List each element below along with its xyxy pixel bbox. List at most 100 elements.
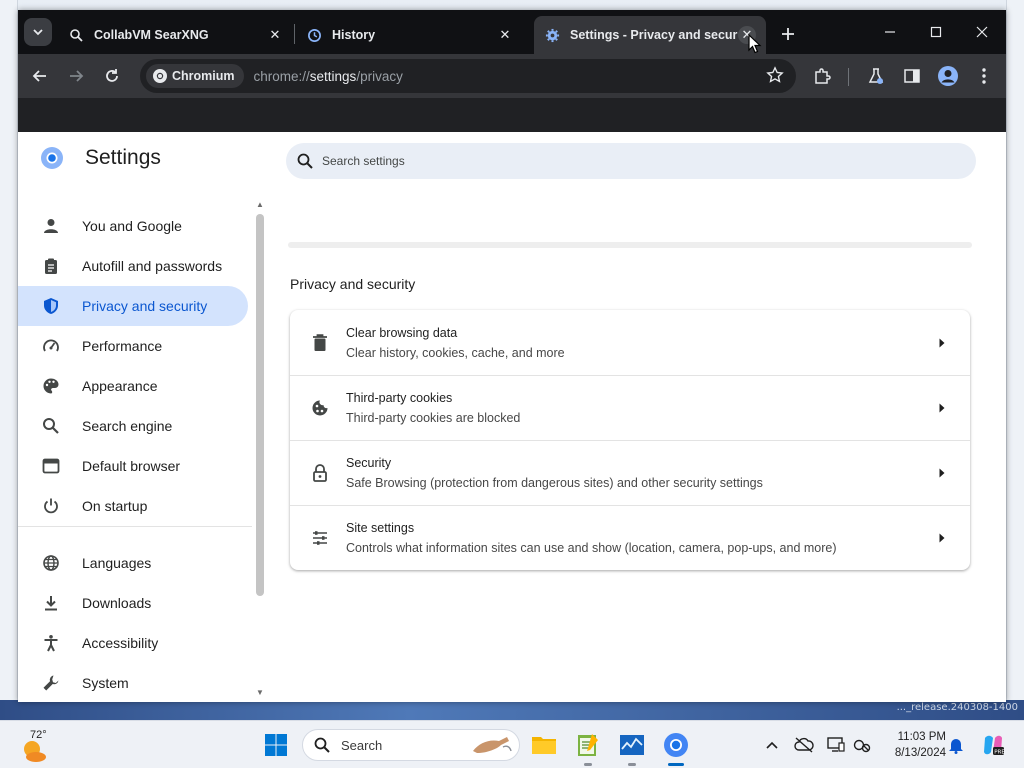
tab-history[interactable]: History ✕ bbox=[296, 16, 524, 54]
sidebar-item-label: Languages bbox=[82, 555, 152, 571]
extensions-button[interactable] bbox=[808, 62, 836, 90]
row-subtitle: Clear history, cookies, cache, and more bbox=[346, 345, 565, 360]
sidebar-scrollbar[interactable]: ▲ ▼ bbox=[254, 196, 266, 702]
close-window-button[interactable] bbox=[962, 18, 1002, 46]
menu-button[interactable] bbox=[970, 62, 998, 90]
tab-settings-privacy[interactable]: Settings - Privacy and security ✕ bbox=[534, 16, 766, 54]
sidebar-divider bbox=[18, 526, 252, 527]
notepad-icon bbox=[578, 734, 598, 756]
reload-button[interactable] bbox=[98, 62, 126, 90]
scroll-down-arrow[interactable]: ▼ bbox=[254, 688, 266, 698]
download-icon bbox=[41, 593, 61, 613]
row-third-party-cookies[interactable]: Third-party cookies Third-party cookies a… bbox=[290, 375, 970, 440]
tab-search-button[interactable] bbox=[24, 18, 52, 46]
sidebar-item-system[interactable]: System bbox=[18, 663, 248, 702]
windows-taskbar: 72° Search 11:03 PM 8/13/2024 PRE bbox=[0, 720, 1024, 768]
network-tray-button[interactable] bbox=[852, 735, 872, 755]
chip-label: Chromium bbox=[172, 69, 235, 83]
copilot-button[interactable]: PRE bbox=[980, 735, 1006, 756]
row-security[interactable]: Security Safe Browsing (protection from d… bbox=[290, 440, 970, 505]
close-icon[interactable]: ✕ bbox=[496, 26, 514, 44]
bookmark-star-button[interactable] bbox=[766, 66, 784, 89]
tab-title: Settings - Privacy and security bbox=[570, 28, 738, 42]
sidebar-item-downloads[interactable]: Downloads bbox=[18, 583, 248, 623]
row-subtitle: Controls what information sites can use … bbox=[346, 541, 837, 555]
clipboard-icon bbox=[41, 256, 61, 276]
chevron-right-icon bbox=[932, 398, 952, 418]
browser-window-icon bbox=[41, 456, 61, 476]
sidebar-item-accessibility[interactable]: Accessibility bbox=[18, 623, 248, 663]
sidebar-item-label: System bbox=[82, 675, 129, 691]
scroll-up-arrow[interactable]: ▲ bbox=[254, 200, 266, 210]
notifications-button[interactable] bbox=[946, 735, 966, 755]
taskbar-search-label: Search bbox=[341, 737, 383, 753]
svg-text:PRE: PRE bbox=[994, 750, 1005, 756]
row-site-settings[interactable]: Site settings Controls what information s… bbox=[290, 505, 970, 570]
search-icon bbox=[41, 416, 61, 436]
sliders-icon bbox=[310, 528, 330, 548]
forward-button[interactable] bbox=[62, 62, 90, 90]
search-settings-input[interactable]: Search settings bbox=[286, 143, 976, 179]
row-title: Security bbox=[346, 456, 392, 470]
scrollbar-thumb[interactable] bbox=[256, 214, 264, 596]
reload-icon bbox=[106, 69, 118, 82]
power-icon bbox=[41, 496, 61, 516]
address-bar[interactable]: Chromium chrome://settings/privacy bbox=[140, 59, 796, 93]
site-info-chip[interactable]: Chromium bbox=[146, 64, 244, 88]
task-manager-app[interactable] bbox=[618, 731, 646, 766]
desktop-wallpaper-strip bbox=[0, 700, 1024, 720]
minimize-icon bbox=[885, 31, 895, 33]
system-clock[interactable]: 11:03 PM 8/13/2024 bbox=[880, 729, 946, 761]
sidebar-item-default-browser[interactable]: Default browser bbox=[18, 446, 248, 486]
cloud-off-icon bbox=[794, 737, 814, 753]
trash-icon bbox=[310, 333, 330, 353]
sidebar-item-label: Accessibility bbox=[82, 635, 159, 651]
arrow-right-icon bbox=[70, 70, 84, 82]
flask-icon bbox=[868, 68, 884, 84]
sidebar-item-label: Appearance bbox=[82, 378, 158, 394]
back-button[interactable] bbox=[26, 62, 54, 90]
minimize-button[interactable] bbox=[870, 18, 910, 46]
chromium-app[interactable] bbox=[662, 731, 690, 766]
page-title: Settings bbox=[85, 146, 161, 169]
sidebar-item-performance[interactable]: Performance bbox=[18, 326, 248, 366]
sidebar-item-on-startup[interactable]: On startup bbox=[18, 486, 248, 526]
profile-button[interactable] bbox=[934, 62, 962, 90]
copilot-icon: PRE bbox=[984, 735, 1005, 756]
bookmarks-area bbox=[18, 98, 1006, 132]
sidebar-item-you-and-google[interactable]: You and Google bbox=[18, 206, 248, 246]
labs-button[interactable] bbox=[862, 62, 890, 90]
side-panel-button[interactable] bbox=[898, 62, 926, 90]
row-subtitle: Third-party cookies are blocked bbox=[346, 411, 521, 425]
maximize-button[interactable] bbox=[916, 18, 956, 46]
temperature-text: 72° bbox=[30, 729, 47, 741]
sidebar-item-appearance[interactable]: Appearance bbox=[18, 366, 248, 406]
sidebar-item-label: Performance bbox=[82, 338, 163, 354]
tab-collabvm-searxng[interactable]: CollabVM SearXNG ✕ bbox=[58, 16, 294, 54]
start-button[interactable] bbox=[264, 733, 288, 757]
taskbar-search-box[interactable]: Search bbox=[302, 729, 520, 761]
chevron-right-icon bbox=[932, 528, 952, 548]
sidebar-item-search-engine[interactable]: Search engine bbox=[18, 406, 248, 446]
new-tab-button[interactable] bbox=[776, 22, 800, 46]
palette-icon bbox=[41, 376, 61, 396]
settings-header: Settings bbox=[40, 146, 161, 170]
sidebar-item-autofill[interactable]: Autofill and passwords bbox=[18, 246, 248, 286]
file-explorer-app[interactable] bbox=[530, 731, 558, 759]
sidebar-item-languages[interactable]: Languages bbox=[18, 543, 248, 583]
speedometer-icon bbox=[41, 336, 61, 356]
row-clear-browsing-data[interactable]: Clear browsing data Clear history, cookie… bbox=[290, 310, 970, 375]
sidebar-item-label: Downloads bbox=[82, 595, 152, 611]
close-icon[interactable]: ✕ bbox=[266, 26, 284, 44]
mouse-cursor-icon bbox=[748, 34, 762, 54]
row-title: Clear browsing data bbox=[346, 325, 458, 340]
sidebar-item-privacy[interactable]: Privacy and security bbox=[18, 286, 248, 326]
show-hidden-icons-button[interactable] bbox=[762, 735, 782, 755]
toolbar-separator bbox=[848, 68, 849, 86]
onedrive-tray-button[interactable] bbox=[794, 735, 814, 755]
browser-toolbar: Chromium chrome://settings/privacy bbox=[18, 54, 1006, 98]
display-tray-button[interactable] bbox=[826, 735, 846, 755]
notepad-app[interactable] bbox=[574, 731, 602, 766]
sidebar-item-label: On startup bbox=[82, 498, 148, 514]
weather-widget[interactable]: 72° bbox=[20, 727, 60, 765]
